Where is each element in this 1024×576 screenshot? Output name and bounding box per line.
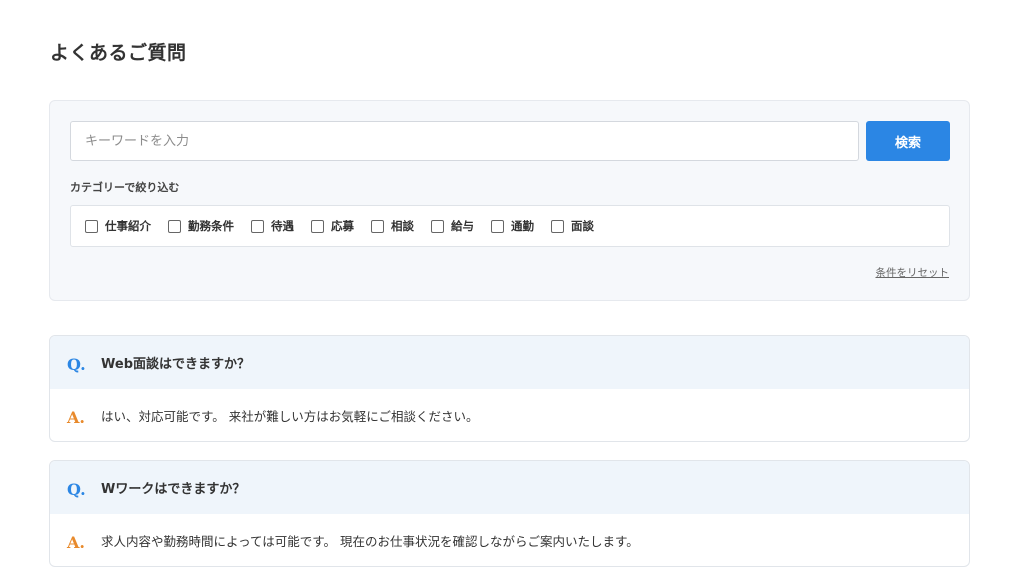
faq-answer-row: A. 求人内容や勤務時間によっては可能です。 現在のお仕事状況を確認しながらご案… — [50, 514, 969, 566]
category-checkbox-sodan[interactable]: 相談 — [371, 218, 414, 234]
category-checkbox-taigu[interactable]: 待遇 — [251, 218, 294, 234]
question-mark-icon: Q. — [67, 480, 86, 499]
checkbox-icon[interactable] — [491, 219, 504, 233]
category-label: 面談 — [571, 219, 594, 233]
answer-mark-icon: A. — [67, 533, 85, 552]
category-label: 勤務条件 — [188, 219, 234, 233]
checkbox-icon[interactable] — [311, 219, 324, 233]
faq-question-row[interactable]: Q. Web面談はできますか？ — [50, 336, 969, 389]
category-label: 待遇 — [271, 219, 294, 233]
keyword-search-input[interactable] — [70, 121, 859, 161]
checkbox-icon[interactable] — [85, 219, 98, 233]
category-checkbox-tsukin[interactable]: 通勤 — [491, 218, 534, 234]
category-label: 応募 — [331, 219, 354, 233]
faq-answer-text: はい、対応可能です。 来社が難しい方はお気軽にご相談ください。 — [101, 409, 479, 424]
faq-item: Q. Wワークはできますか？ A. 求人内容や勤務時間によっては可能です。 現在… — [49, 460, 970, 567]
faq-question-text: Web面談はできますか？ — [101, 357, 250, 372]
search-panel: 検索 カテゴリーで絞り込む 仕事紹介 勤務条件 待遇 応募 相談 給与 通 — [49, 100, 970, 301]
checkbox-icon[interactable] — [251, 219, 264, 233]
question-mark-icon: Q. — [67, 355, 86, 374]
category-label: 仕事紹介 — [105, 219, 151, 233]
checkbox-icon[interactable] — [551, 219, 564, 233]
answer-mark-icon: A. — [67, 408, 85, 427]
reset-conditions-link[interactable]: 条件をリセット — [876, 265, 950, 280]
category-checkbox-kinmu-joken[interactable]: 勤務条件 — [168, 218, 234, 234]
category-checkbox-shigoto-shokai[interactable]: 仕事紹介 — [85, 218, 151, 234]
checkbox-icon[interactable] — [371, 219, 384, 233]
checkbox-icon[interactable] — [431, 219, 444, 233]
category-checkbox-mendan[interactable]: 面談 — [551, 218, 594, 234]
category-label: 通勤 — [511, 219, 534, 233]
category-filter-list: 仕事紹介 勤務条件 待遇 応募 相談 給与 通勤 面談 — [70, 205, 950, 247]
category-label: 給与 — [451, 219, 474, 233]
page-title: よくあるご質問 — [50, 42, 187, 64]
category-label: 相談 — [391, 219, 414, 233]
faq-answer-row: A. はい、対応可能です。 来社が難しい方はお気軽にご相談ください。 — [50, 389, 969, 441]
category-checkbox-kyuyo[interactable]: 給与 — [431, 218, 474, 234]
category-filter-heading: カテゴリーで絞り込む — [70, 181, 180, 194]
faq-answer-text: 求人内容や勤務時間によっては可能です。 現在のお仕事状況を確認しながらご案内いた… — [101, 534, 639, 549]
faq-question-text: Wワークはできますか？ — [101, 482, 246, 497]
checkbox-icon[interactable] — [168, 219, 181, 233]
faq-question-row[interactable]: Q. Wワークはできますか？ — [50, 461, 969, 514]
search-button[interactable]: 検索 — [866, 121, 950, 161]
faq-item: Q. Web面談はできますか？ A. はい、対応可能です。 来社が難しい方はお気… — [49, 335, 970, 442]
category-checkbox-obo[interactable]: 応募 — [311, 218, 354, 234]
